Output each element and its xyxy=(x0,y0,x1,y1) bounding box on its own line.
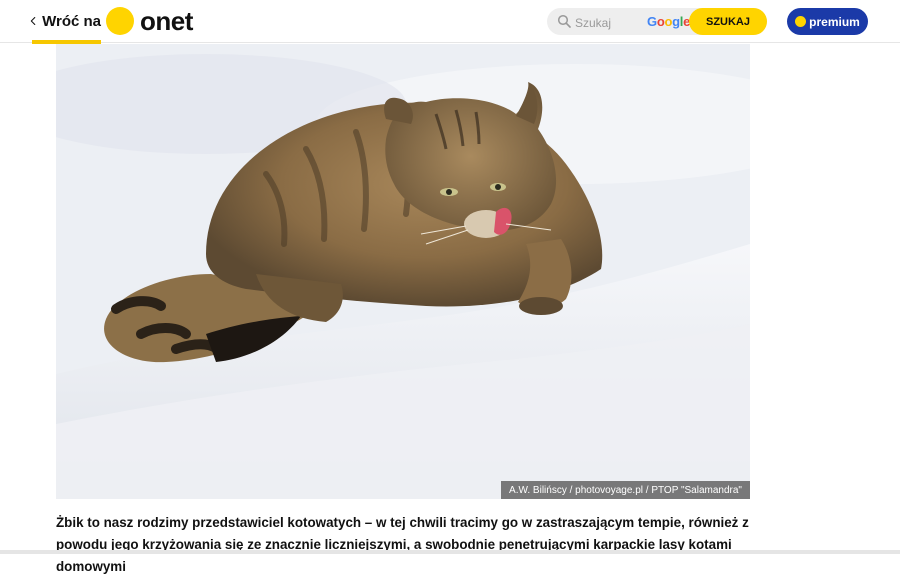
premium-dot-icon xyxy=(795,16,807,27)
article-photo: A.W. Bilińscy / photovoyage.pl / PTOP "S… xyxy=(56,44,750,499)
search-input[interactable] xyxy=(573,11,647,34)
photo-caption: Żbik to nasz rodzimy przedstawiciel koto… xyxy=(56,515,749,574)
search-button[interactable]: SZUKAJ xyxy=(689,8,767,35)
premium-button[interactable]: premium xyxy=(787,8,868,35)
onet-logo[interactable]: onet xyxy=(106,6,193,36)
back-link-label: Wróć na xyxy=(42,12,101,30)
back-to-onet-link[interactable]: Wróć na xyxy=(30,0,101,42)
wildcat-in-snow-image xyxy=(56,44,750,499)
logo-wordmark: onet xyxy=(140,6,193,36)
premium-label: premium xyxy=(809,14,860,29)
google-logo: Google xyxy=(647,14,691,29)
top-navigation-bar: Wróć na onet Google SZUKAJ premium xyxy=(0,0,900,44)
logo-dot-icon xyxy=(106,7,134,35)
photo-credit: A.W. Bilińscy / photovoyage.pl / PTOP "S… xyxy=(501,481,750,499)
bottom-divider xyxy=(0,550,900,554)
chevron-left-icon xyxy=(30,16,36,26)
search-box: Google SZUKAJ xyxy=(547,8,767,35)
search-icon xyxy=(557,14,571,28)
